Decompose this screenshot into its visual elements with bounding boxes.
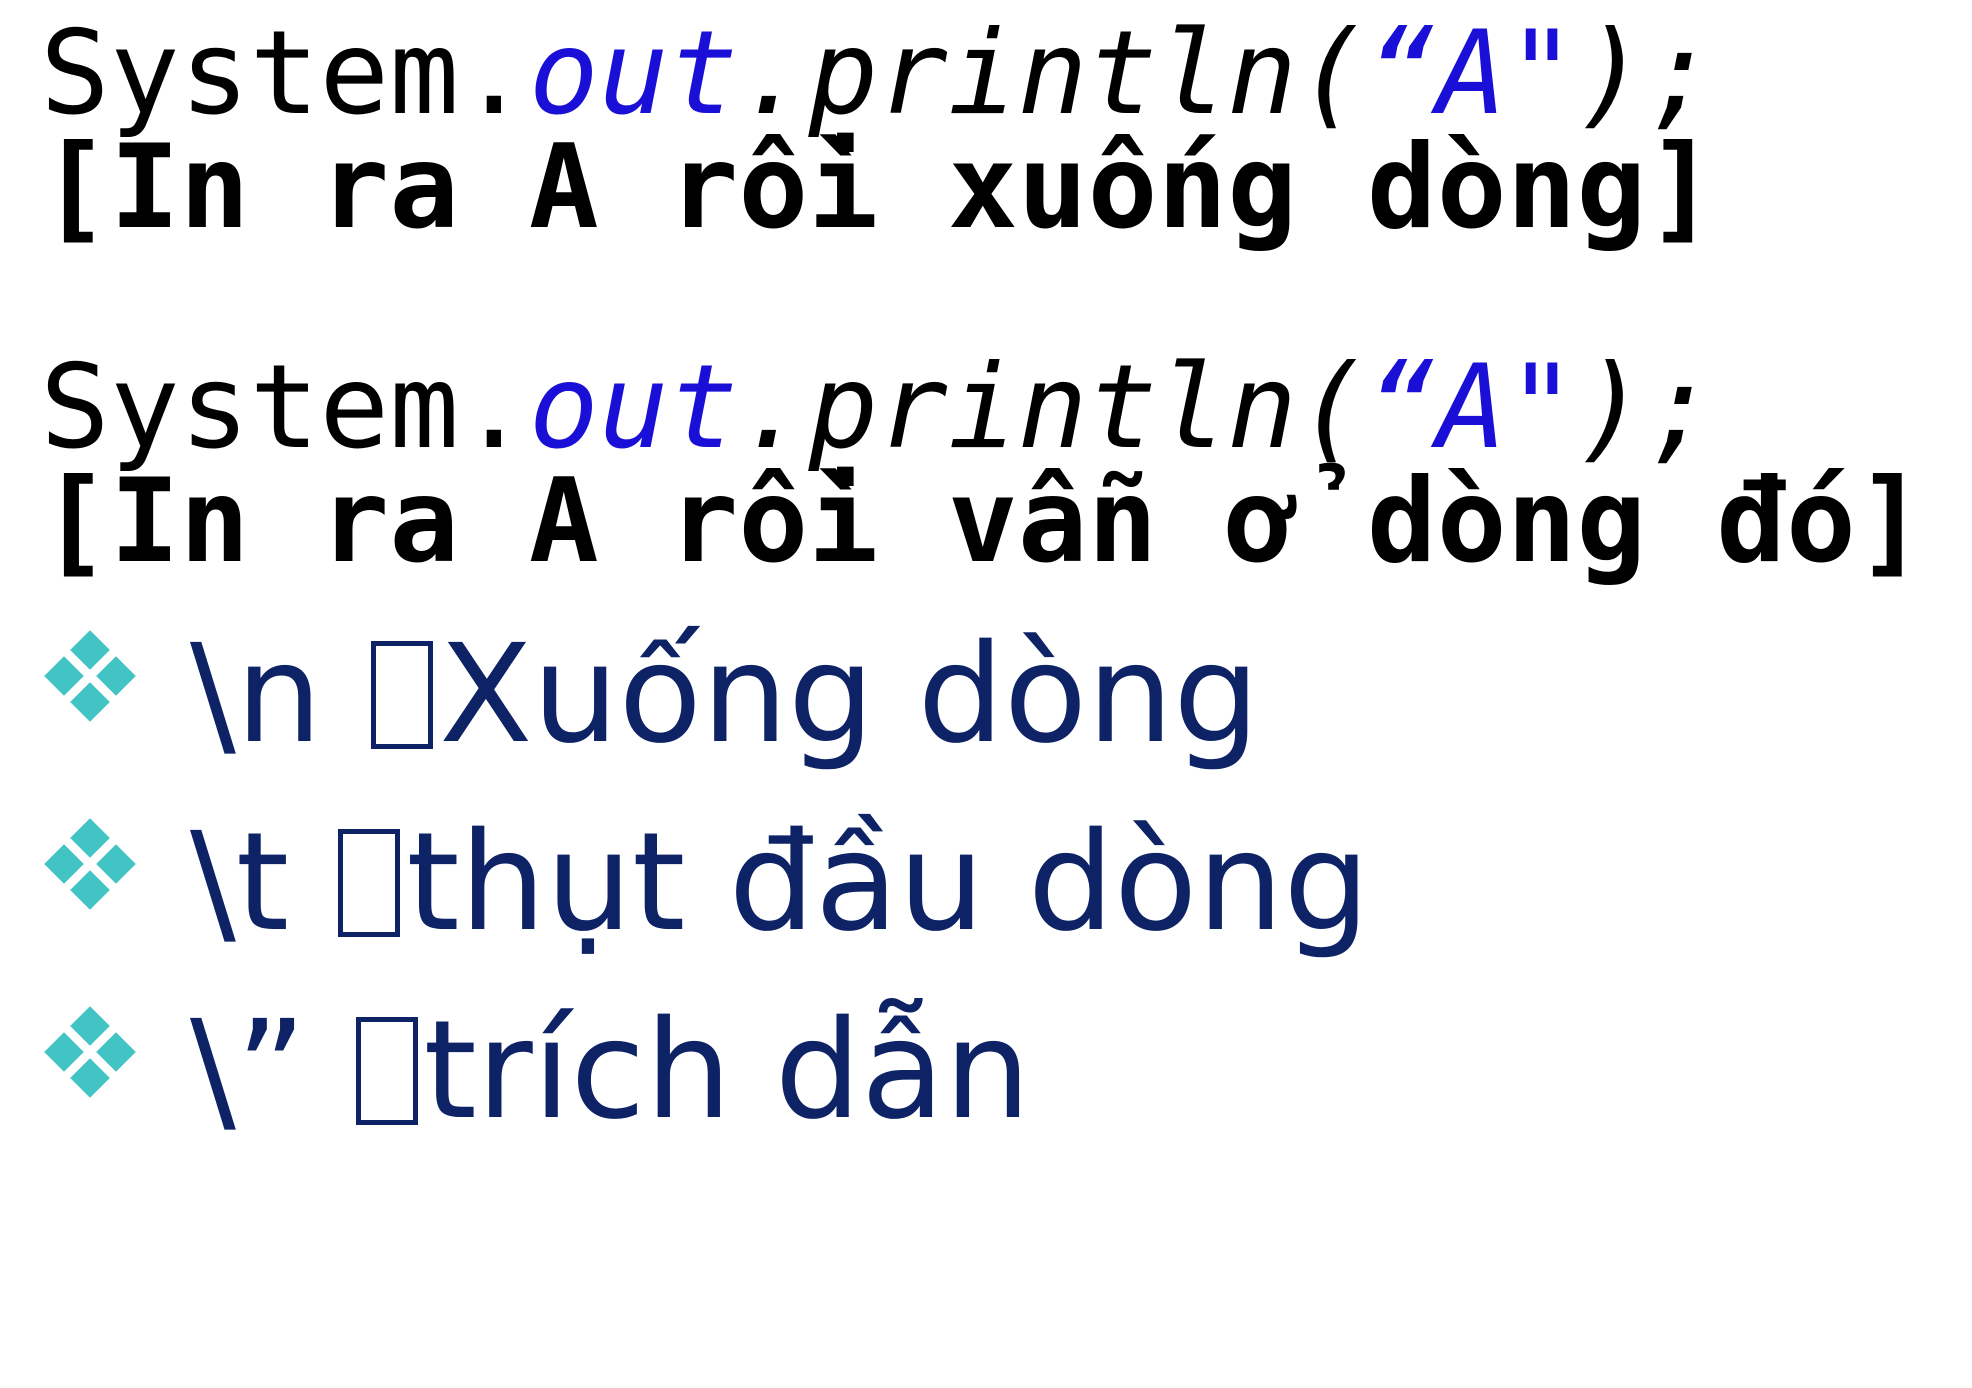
missing-glyph-box-icon [355,1017,418,1125]
list-item-escape-newline: \n Xuống dòng [40,620,1260,770]
escape-description: thụt đầu dòng [406,804,1370,962]
escape-sequence: \n [190,616,366,774]
list-item-escape-quote: \” trích dẫn [40,996,1031,1146]
comment-same-line: [In ra A rồi vẫn ở dòng đó] [40,454,1926,589]
diamond-bullet-icon [40,814,140,914]
missing-glyph-box-icon [371,641,434,749]
escape-item-text: \t thụt đầu dòng [190,808,1370,958]
diamond-bullet-icon [40,1002,140,1102]
escape-description: trích dẫn [423,992,1031,1150]
missing-glyph-box-icon [338,829,401,937]
list-item-escape-tab: \t thụt đầu dòng [40,808,1370,958]
escape-sequence: \t [190,804,333,962]
slide: System.out.println(“A"); [In ra A rồi xu… [0,0,1972,1388]
diamond-bullet-icon [40,626,140,726]
escape-item-text: \” trích dẫn [190,996,1031,1146]
escape-sequence: \” [190,992,350,1150]
comment-newline: [In ra A rồi xuống dòng] [40,120,1717,255]
escape-item-text: \n Xuống dòng [190,620,1260,770]
escape-description: Xuống dòng [439,616,1260,774]
